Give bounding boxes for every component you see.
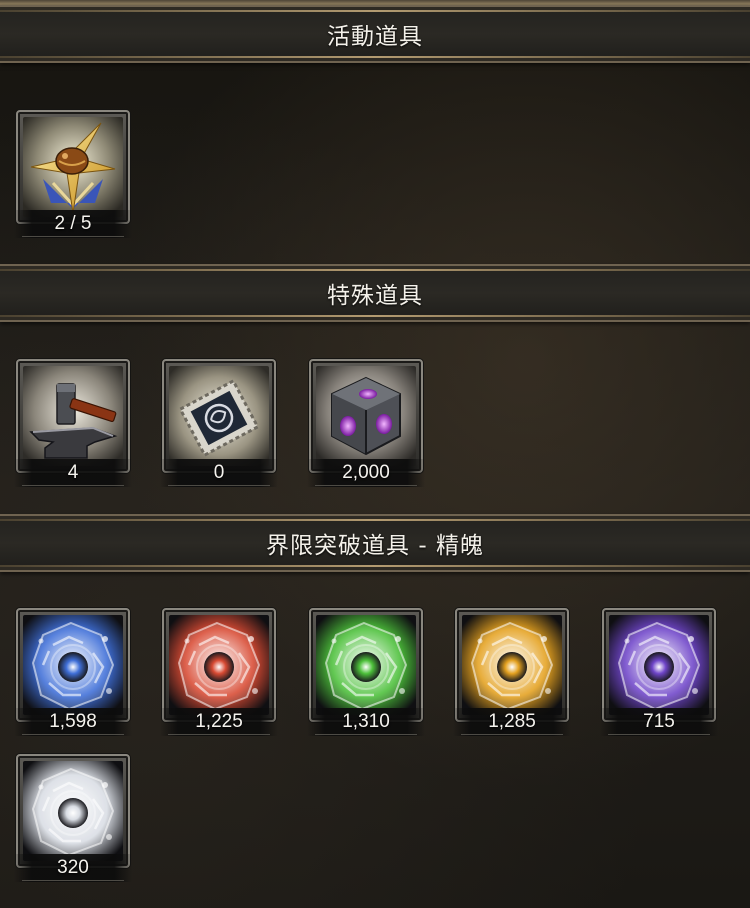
count-bar: 1,225: [160, 708, 278, 736]
item-slot-essence[interactable]: 1,285: [453, 608, 571, 736]
item-slot-cube[interactable]: 2,000: [307, 359, 425, 487]
section-header-event-items: 活動道具: [0, 5, 750, 63]
item-count: 4: [67, 462, 79, 483]
item-slot-essence[interactable]: 1,310: [307, 608, 425, 736]
item-frame: [602, 608, 716, 722]
item-count: 0: [213, 462, 225, 483]
item-slot-hammer[interactable]: 4: [14, 359, 132, 487]
item-count: 715: [643, 711, 675, 732]
item-frame: [162, 608, 276, 722]
item-slot-essence[interactable]: 320: [14, 754, 132, 882]
stamp-ticket-icon: [169, 366, 269, 466]
item-slot-essence[interactable]: 1,225: [160, 608, 278, 736]
section-title: 特殊道具: [327, 283, 423, 309]
item-count: 320: [57, 857, 89, 878]
purple-gem-cube-icon: [316, 366, 416, 466]
section-header-limit-break-essence: 界限突破道具 - 精魄: [0, 514, 750, 572]
item-slot-event[interactable]: 2 / 5: [14, 110, 132, 238]
count-bar: 1,285: [453, 708, 571, 736]
hammer-anvil-icon: [23, 366, 123, 466]
item-slot-stamp[interactable]: 0: [160, 359, 278, 487]
count-bar: 0: [160, 459, 278, 487]
count-bar: 715: [600, 708, 718, 736]
count-bar: 320: [14, 854, 132, 882]
item-frame: [16, 608, 130, 722]
item-frame: [16, 754, 130, 868]
item-slot-essence[interactable]: 1,598: [14, 608, 132, 736]
item-count: 1,225: [195, 711, 243, 732]
count-bar: 2 / 5: [14, 210, 132, 238]
gold-essence-crystal-icon: [462, 615, 562, 715]
blue-essence-crystal-icon: [23, 615, 123, 715]
item-frame: [162, 359, 276, 473]
section-header-special-items: 特殊道具: [0, 264, 750, 322]
item-count: 2,000: [342, 462, 390, 483]
item-frame: [16, 110, 130, 224]
white-essence-crystal-icon: [23, 761, 123, 861]
count-bar: 4: [14, 459, 132, 487]
item-count: 1,598: [49, 711, 97, 732]
red-essence-crystal-icon: [169, 615, 269, 715]
green-essence-crystal-icon: [316, 615, 416, 715]
purple-essence-crystal-icon: [609, 615, 709, 715]
item-frame: [309, 359, 423, 473]
count-bar: 1,310: [307, 708, 425, 736]
section-title: 活動道具: [327, 24, 423, 50]
compass-star-emblem-icon: [23, 117, 123, 217]
item-count: 1,285: [488, 711, 536, 732]
item-count: 2 / 5: [54, 213, 92, 234]
item-frame: [455, 608, 569, 722]
item-count: 1,310: [342, 711, 390, 732]
count-bar: 2,000: [307, 459, 425, 487]
item-frame: [309, 608, 423, 722]
count-bar: 1,598: [14, 708, 132, 736]
item-slot-essence[interactable]: 715: [600, 608, 718, 736]
section-title: 界限突破道具 - 精魄: [266, 533, 484, 559]
item-frame: [16, 359, 130, 473]
